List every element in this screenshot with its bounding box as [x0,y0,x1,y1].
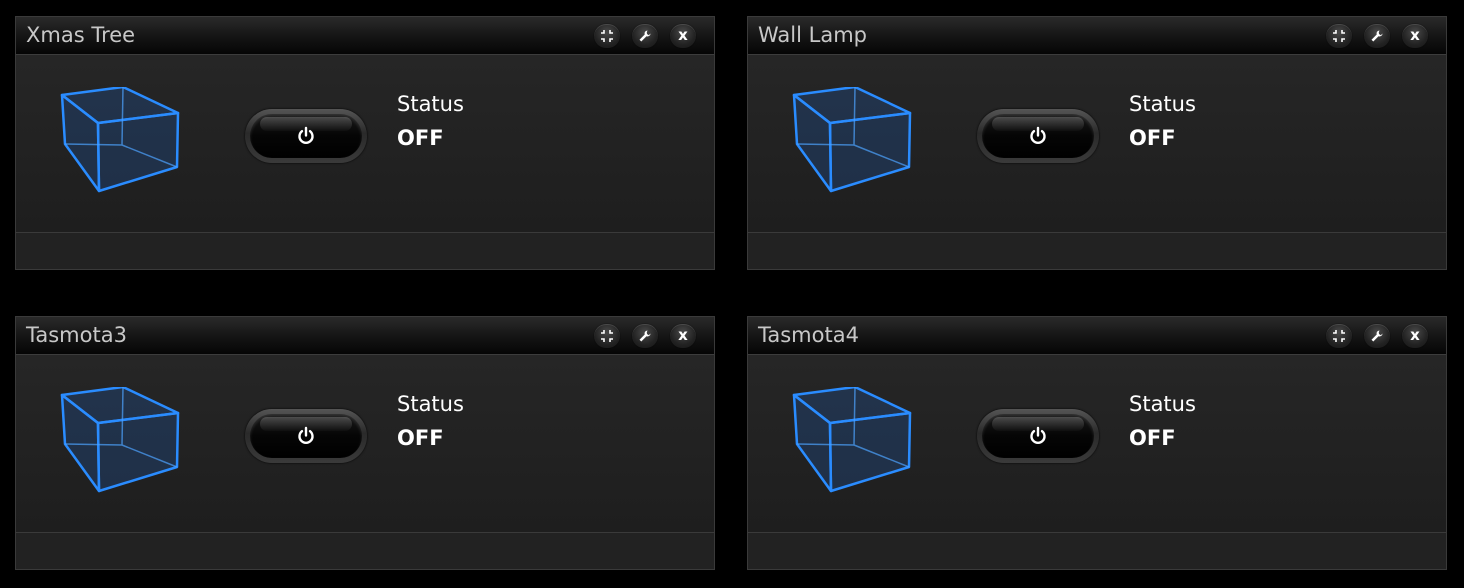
close-button[interactable]: x [1402,324,1428,348]
wrench-icon [1371,330,1383,342]
expand-button[interactable] [594,24,620,48]
power-icon [1030,426,1046,445]
widget-footer [748,533,1446,569]
power-button[interactable] [245,409,367,463]
close-button[interactable]: x [1402,24,1428,48]
close-icon: x [1410,326,1420,344]
close-icon: x [678,26,688,44]
device-widget: Xmas Tree x Status OFF [15,16,715,270]
expand-icon [1333,330,1345,342]
widget-body: Status OFF [16,355,714,533]
settings-button[interactable] [1364,324,1390,348]
widget-titlebar[interactable]: Wall Lamp x [748,17,1446,55]
widget-body: Status OFF [748,55,1446,233]
widget-title: Wall Lamp [758,23,867,47]
close-button[interactable]: x [670,24,696,48]
close-icon: x [1410,26,1420,44]
widget-title: Tasmota3 [26,323,127,347]
device-widget: Tasmota4 x Status OFF [747,316,1447,570]
power-button-face [982,114,1094,158]
device-widget: Wall Lamp x Status OFF [747,16,1447,270]
dashboard-grid: Xmas Tree x Status OFF Wall Lamp x Statu… [0,0,1464,588]
wrench-icon [639,30,651,42]
expand-icon [601,30,613,42]
widget-titlebar[interactable]: Xmas Tree x [16,17,714,55]
status-label: Status [1129,92,1196,116]
status-value: OFF [397,126,444,150]
status-value: OFF [1129,126,1176,150]
widget-body: Status OFF [16,55,714,233]
widget-titlebar[interactable]: Tasmota3 x [16,317,714,355]
power-button[interactable] [977,109,1099,163]
cube-icon [60,87,180,193]
settings-button[interactable] [632,324,658,348]
device-widget: Tasmota3 x Status OFF [15,316,715,570]
close-icon: x [678,326,688,344]
widget-title: Xmas Tree [26,23,136,47]
expand-icon [1333,30,1345,42]
settings-button[interactable] [1364,24,1390,48]
power-button[interactable] [245,109,367,163]
expand-button[interactable] [1326,24,1352,48]
widget-title: Tasmota4 [758,323,859,347]
power-button-face [250,114,362,158]
status-label: Status [397,392,464,416]
status-label: Status [1129,392,1196,416]
status-value: OFF [397,426,444,450]
power-button[interactable] [977,409,1099,463]
widget-body: Status OFF [748,355,1446,533]
expand-icon [601,330,613,342]
wrench-icon [1371,30,1383,42]
widget-footer [16,233,714,269]
power-icon [1030,126,1046,145]
widget-titlebar[interactable]: Tasmota4 x [748,317,1446,355]
status-label: Status [397,92,464,116]
power-icon [298,126,314,145]
expand-button[interactable] [1326,324,1352,348]
cube-icon [60,387,180,493]
power-button-face [250,414,362,458]
settings-button[interactable] [632,24,658,48]
expand-button[interactable] [594,324,620,348]
power-icon [298,426,314,445]
widget-footer [748,233,1446,269]
cube-icon [792,387,912,493]
close-button[interactable]: x [670,324,696,348]
power-button-face [982,414,1094,458]
widget-footer [16,533,714,569]
wrench-icon [639,330,651,342]
cube-icon [792,87,912,193]
status-value: OFF [1129,426,1176,450]
